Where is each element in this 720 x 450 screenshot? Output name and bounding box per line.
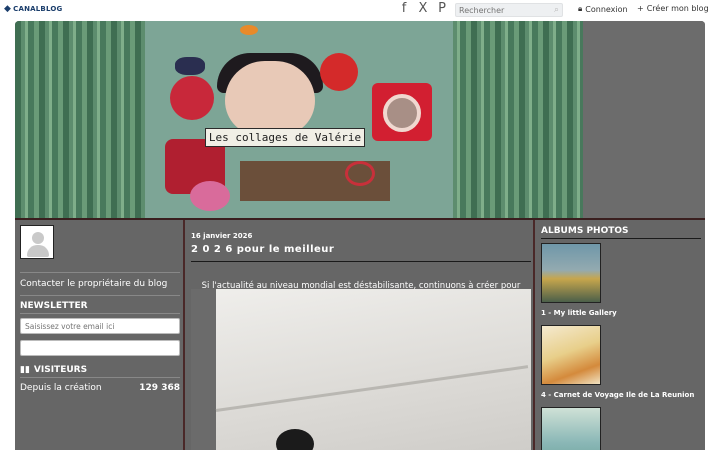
- search-input[interactable]: [456, 4, 546, 16]
- post-title-underline: [191, 261, 531, 262]
- avatar[interactable]: [20, 225, 54, 259]
- newsletter-heading: NEWSLETTER: [20, 301, 88, 311]
- divider: [20, 295, 180, 296]
- visitors-row: Depuis la création 129 368: [20, 383, 180, 393]
- album-thumbnail[interactable]: [541, 407, 601, 450]
- facebook-icon[interactable]: f: [398, 2, 410, 16]
- main-content: 16 janvier 2026 2 0 2 6 pour le meilleur…: [187, 220, 535, 450]
- banner-title: Les collages de Valérie: [205, 128, 365, 147]
- albums-underline: [541, 238, 701, 239]
- post-image[interactable]: [191, 289, 531, 450]
- divider: [20, 272, 180, 273]
- camera-lens-decoration: [383, 94, 421, 132]
- search-icon[interactable]: ⌕: [554, 5, 559, 15]
- blog-banner[interactable]: Les collages de Valérie: [15, 21, 705, 219]
- bar-chart-icon: ▮▮: [20, 365, 30, 375]
- divider: [20, 377, 180, 378]
- pink-flower-decoration: [190, 181, 230, 211]
- visitors-count: 129 368: [139, 383, 180, 393]
- newsletter-email-input[interactable]: [20, 318, 180, 334]
- post-image-wall: [216, 289, 531, 450]
- albums-heading: ALBUMS PHOTOS: [541, 226, 629, 236]
- canalblog-logo-icon: ◆: [4, 4, 12, 14]
- blog-page: Les collages de Valérie Contacter le pro…: [15, 21, 705, 450]
- x-twitter-icon[interactable]: X: [417, 2, 429, 16]
- banner-collage-image: [145, 21, 453, 219]
- avatar-body-icon: [27, 245, 49, 257]
- goldfish-decoration: [240, 25, 258, 35]
- album-title[interactable]: 4 - Carnet de Voyage Ile de La Reunion: [541, 391, 694, 399]
- login-link[interactable]: 🔒︎ Connexion: [578, 4, 628, 14]
- left-sidebar: Contacter le propriétaire du blog NEWSLE…: [15, 220, 185, 450]
- create-blog-label: Créer mon blog: [646, 4, 709, 13]
- plus-icon: +: [637, 4, 644, 13]
- post-date: 16 janvier 2026: [191, 232, 253, 240]
- divider: [20, 313, 180, 314]
- poppy-decoration: [320, 53, 358, 91]
- scissors-decoration: [345, 161, 375, 186]
- post-title[interactable]: 2 0 2 6 pour le meilleur: [191, 244, 334, 255]
- social-links: f X P: [398, 2, 448, 16]
- logo-text: CANALBLOG: [13, 5, 63, 13]
- pinterest-icon[interactable]: P: [436, 2, 448, 16]
- album-thumbnail[interactable]: [541, 325, 601, 385]
- right-sidebar: ALBUMS PHOTOS 1 - My little Gallery 4 - …: [537, 220, 705, 450]
- album-thumbnail[interactable]: [541, 243, 601, 303]
- post-image-shadow: [191, 289, 216, 450]
- visitors-label: Depuis la création: [20, 383, 102, 393]
- avatar-head-icon: [32, 232, 44, 244]
- lock-icon: 🔒︎: [578, 4, 583, 13]
- album-title[interactable]: 1 - My little Gallery: [541, 309, 617, 317]
- login-label: Connexion: [585, 4, 628, 14]
- visitors-heading-label: VISITEURS: [33, 365, 88, 375]
- girl-face-decoration: [225, 61, 315, 136]
- visitors-heading: ▮▮ VISITEURS: [20, 365, 87, 375]
- top-bar: ◆ CANALBLOG f X P ⌕ 🔒︎ Connexion + Créer…: [0, 0, 720, 20]
- search-box: ⌕: [455, 3, 563, 17]
- butterfly-decoration: [175, 57, 205, 75]
- create-blog-link[interactable]: + Créer mon blog: [637, 4, 709, 13]
- contact-owner-link[interactable]: Contacter le propriétaire du blog: [20, 279, 167, 289]
- canalblog-logo[interactable]: ◆ CANALBLOG: [4, 4, 62, 14]
- banner-filler: [583, 21, 705, 219]
- newsletter-submit-button[interactable]: [20, 340, 180, 356]
- flower-decoration: [170, 76, 214, 120]
